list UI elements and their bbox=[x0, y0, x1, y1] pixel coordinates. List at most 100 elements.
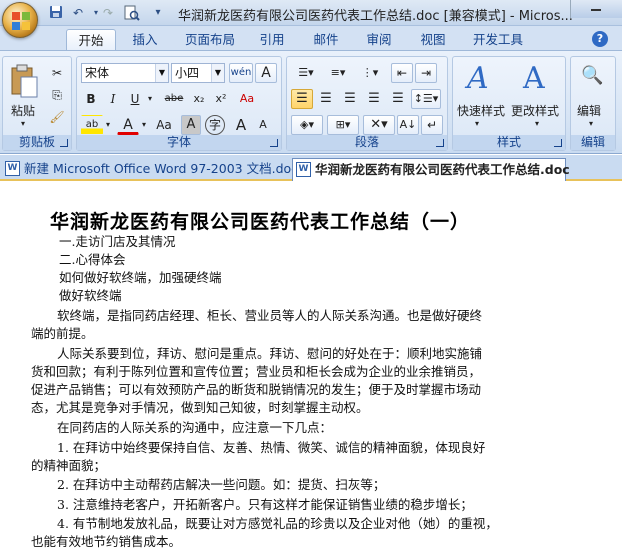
document-title: 华润新龙医药有限公司医药代表工作总结（一） bbox=[50, 211, 471, 233]
underline-button[interactable]: U bbox=[125, 89, 145, 109]
numbering-icon[interactable]: ≡▾ bbox=[323, 63, 353, 83]
font-name-dropdown-icon[interactable]: ▼ bbox=[155, 64, 168, 82]
editing-dropdown-icon[interactable]: ▾ bbox=[589, 119, 593, 128]
cut-icon[interactable]: ✂ bbox=[47, 63, 67, 83]
tab-mailings[interactable]: 邮件 bbox=[306, 29, 346, 50]
group-font: 宋体 ▼ 小四 ▼ wén A B I U ▾ abe x₂ x² Aa ab … bbox=[76, 56, 282, 151]
help-icon[interactable]: ? bbox=[592, 31, 608, 47]
clear-formatting-button[interactable]: Aa bbox=[235, 89, 259, 109]
font-color-button[interactable]: A bbox=[117, 115, 139, 135]
editing-label[interactable]: 编辑 bbox=[577, 102, 601, 119]
doc-line: 态，尤其是竞争对手情况，做到知己知彼，时刻掌握主动权。 bbox=[31, 400, 369, 415]
redo-icon[interactable]: ↷ bbox=[100, 5, 116, 21]
underline-dropdown-icon[interactable]: ▾ bbox=[145, 89, 155, 109]
quick-styles-dropdown-icon[interactable]: ▾ bbox=[475, 119, 479, 128]
shading-icon[interactable]: ◈▾ bbox=[291, 115, 323, 135]
document-page[interactable]: 华润新龙医药有限公司医药代表工作总结（一） 一.走访门店及其情况 二.心得体会 … bbox=[0, 183, 622, 549]
change-styles-dropdown-icon[interactable]: ▾ bbox=[535, 119, 539, 128]
window-title: 华润新龙医药有限公司医药代表工作总结.doc [兼容模式] - Micros..… bbox=[178, 9, 573, 24]
change-case-button[interactable]: Aa bbox=[151, 115, 177, 135]
doc-line: 的精神面貌； bbox=[31, 458, 107, 473]
enclose-char-button[interactable]: 字 bbox=[205, 115, 225, 135]
group-editing: 🔍 编辑 ▾ 编辑 bbox=[570, 56, 616, 151]
doc-line: 3. 注意维持老客户，开拓新客户。只有这样才能保证销售业绩的稳步增长； bbox=[57, 497, 473, 512]
font-color-dropdown-icon[interactable]: ▾ bbox=[139, 115, 149, 135]
char-shading-button[interactable]: A bbox=[181, 115, 201, 135]
doc-line: 软终端，是指同药店经理、柜长、营业员等人的人际关系沟通。也是做好硬终 bbox=[57, 308, 483, 323]
distributed-icon[interactable]: ☰ bbox=[387, 89, 409, 109]
styles-launcher-icon[interactable] bbox=[554, 139, 562, 147]
paste-icon[interactable] bbox=[9, 63, 39, 99]
doc-line: 2. 在拜访中主动帮药店解决一些问题。如：提货、扫灰等； bbox=[57, 477, 386, 492]
show-marks-icon[interactable]: ↵ bbox=[421, 115, 443, 135]
change-styles-icon[interactable]: A bbox=[523, 61, 545, 96]
bullets-icon[interactable]: ☰▾ bbox=[291, 63, 321, 83]
tab-insert[interactable]: 插入 bbox=[125, 29, 165, 50]
print-preview-icon[interactable] bbox=[124, 5, 140, 21]
office-button[interactable] bbox=[2, 2, 38, 38]
grow-font-button[interactable]: A bbox=[231, 115, 251, 135]
doc-line: 4. 有节制地发放礼品，既要让对方感觉礼品的珍贵以及企业对他（她）的重视， bbox=[57, 516, 498, 531]
tab-review[interactable]: 审阅 bbox=[359, 29, 399, 50]
superscript-button[interactable]: x² bbox=[211, 89, 231, 109]
tab-page-layout[interactable]: 页面布局 bbox=[178, 29, 242, 50]
office-logo-icon bbox=[12, 12, 30, 30]
align-left-icon[interactable]: ☰ bbox=[291, 89, 313, 109]
copy-icon[interactable]: ⎘ bbox=[47, 85, 67, 105]
font-size-combo[interactable]: 小四 ▼ bbox=[171, 63, 225, 83]
sort-icon[interactable]: A↓ bbox=[397, 115, 419, 135]
quick-styles-label[interactable]: 快速样式 bbox=[457, 102, 505, 119]
undo-icon[interactable]: ↶ bbox=[70, 5, 86, 21]
tab-view[interactable]: 视图 bbox=[413, 29, 453, 50]
doc-tab-label: 华润新龙医药有限公司医药代表工作总结.doc bbox=[315, 162, 570, 177]
paragraph-launcher-icon[interactable] bbox=[436, 139, 444, 147]
paste-label[interactable]: 粘贴 bbox=[11, 102, 35, 119]
doc-line: 端的前提。 bbox=[31, 326, 94, 341]
chinese-layout-icon[interactable]: ✕▾ bbox=[363, 115, 395, 135]
tab-references[interactable]: 引用 bbox=[252, 29, 292, 50]
doc-line: 一.走访门店及其情况 bbox=[59, 234, 176, 249]
multilevel-list-icon[interactable]: ⋮▾ bbox=[355, 63, 385, 83]
binoculars-icon[interactable]: 🔍 bbox=[581, 65, 603, 86]
shrink-font-button[interactable]: A bbox=[253, 115, 273, 135]
line-spacing-icon[interactable]: ↕☰▾ bbox=[411, 89, 441, 109]
subscript-button[interactable]: x₂ bbox=[189, 89, 209, 109]
group-styles: A A 快速样式 更改样式 ▾ ▾ 样式 bbox=[452, 56, 566, 151]
doc-line: 1. 在拜访中始终要保持自信、友善、热情、微笑、诚信的精神面貌，体现良好 bbox=[57, 440, 486, 455]
font-size-dropdown-icon[interactable]: ▼ bbox=[211, 64, 224, 82]
char-border-button[interactable]: A bbox=[255, 63, 277, 83]
font-launcher-icon[interactable] bbox=[270, 139, 278, 147]
minimize-button[interactable] bbox=[570, 0, 622, 18]
quick-styles-icon[interactable]: A bbox=[467, 61, 489, 96]
save-icon[interactable] bbox=[48, 5, 64, 21]
clipboard-launcher-icon[interactable] bbox=[60, 139, 68, 147]
doc-line: 人际关系要到位，拜访、慰问是重点。拜访、慰问的好处在于：顺利地实施铺 bbox=[57, 346, 483, 361]
customize-icon[interactable]: ▾ bbox=[150, 5, 166, 21]
highlight-button[interactable]: ab bbox=[81, 115, 103, 135]
doc-tab-active[interactable]: W 华润新龙医药有限公司医药代表工作总结.doc bbox=[292, 158, 570, 181]
strikethrough-button[interactable]: abe bbox=[161, 89, 187, 109]
doc-tab-new[interactable]: W 新建 Microsoft Office Word 97-2003 文档.do… bbox=[2, 158, 298, 181]
align-center-icon[interactable]: ☰ bbox=[315, 89, 337, 109]
bold-button[interactable]: B bbox=[81, 89, 101, 109]
justify-icon[interactable]: ☰ bbox=[363, 89, 385, 109]
doc-line: 在同药店的人际关系的沟通中，应注意一下几点： bbox=[57, 420, 333, 435]
tab-developer[interactable]: 开发工具 bbox=[466, 29, 530, 50]
tab-home[interactable]: 开始 bbox=[66, 29, 116, 50]
format-painter-icon[interactable]: 🖌 bbox=[47, 107, 67, 127]
highlight-dropdown-icon[interactable]: ▾ bbox=[103, 115, 113, 135]
word-doc-icon: W bbox=[5, 161, 20, 176]
font-name-combo[interactable]: 宋体 ▼ bbox=[81, 63, 169, 83]
italic-button[interactable]: I bbox=[103, 89, 123, 109]
change-styles-label[interactable]: 更改样式 bbox=[511, 102, 559, 119]
align-right-icon[interactable]: ☰ bbox=[339, 89, 361, 109]
decrease-indent-icon[interactable]: ⇤ bbox=[391, 63, 413, 83]
styles-group-label: 样式 bbox=[453, 135, 565, 150]
paste-dropdown-icon[interactable]: ▾ bbox=[21, 119, 25, 128]
borders-icon[interactable]: ⊞▾ bbox=[327, 115, 359, 135]
doc-line: 做好软终端 bbox=[59, 288, 122, 303]
doc-line: 货和回款；有利于陈列位置和宣传位置；营业员和柜长会成为企业的业余推销员， bbox=[31, 364, 482, 379]
increase-indent-icon[interactable]: ⇥ bbox=[415, 63, 437, 83]
font-size-value: 小四 bbox=[175, 66, 200, 80]
phonetic-guide-button[interactable]: wén bbox=[229, 63, 253, 83]
